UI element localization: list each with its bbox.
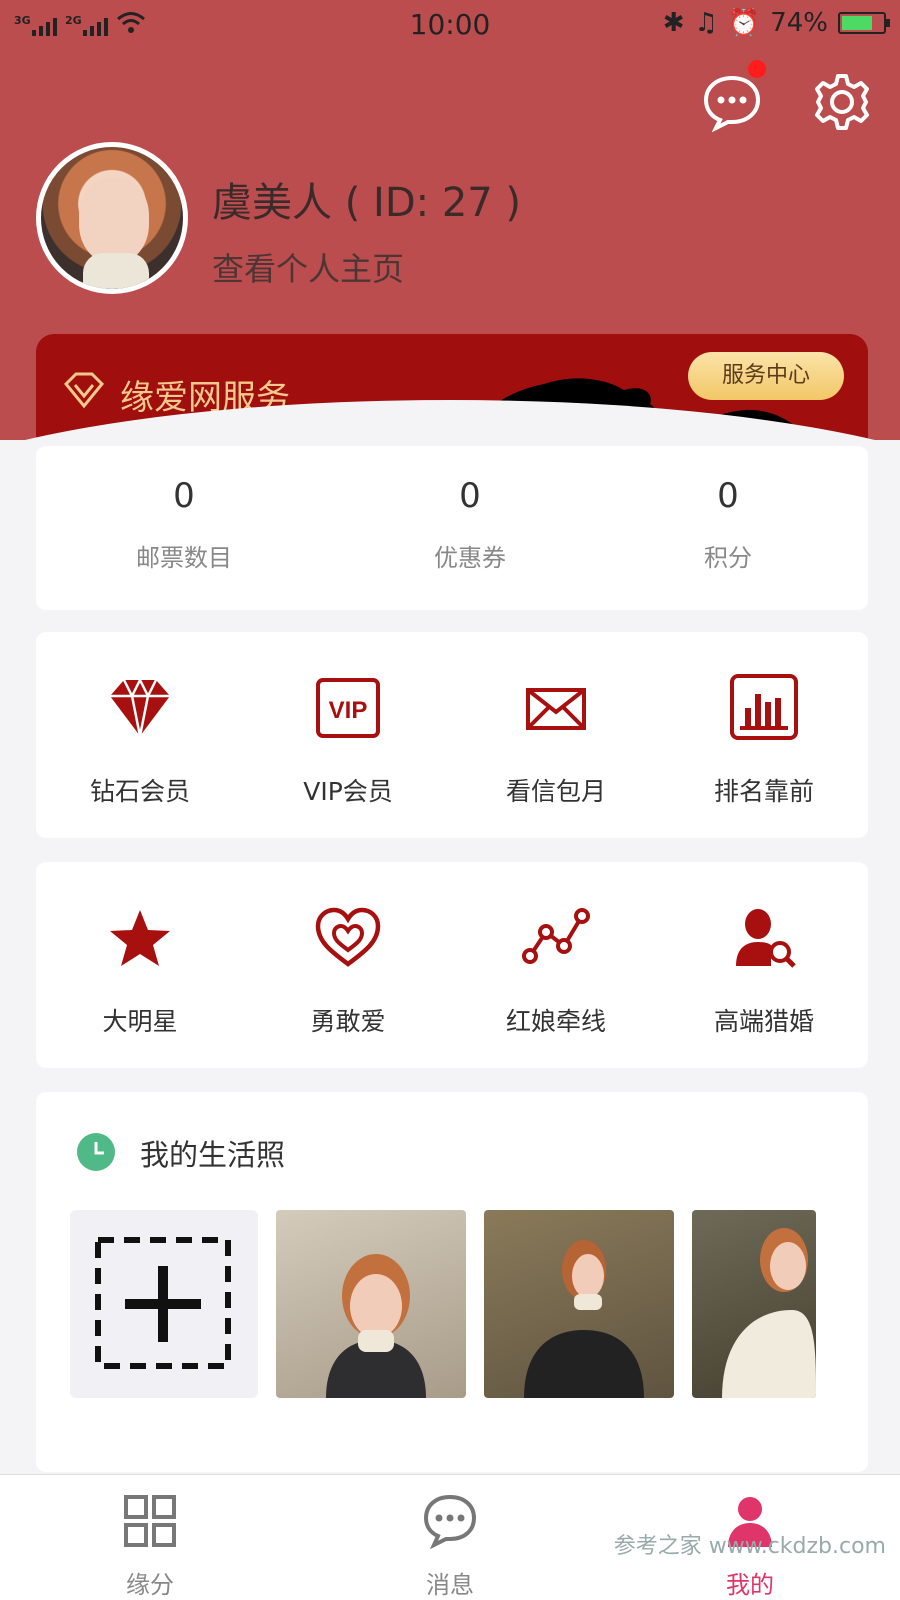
life-photo[interactable] — [484, 1210, 674, 1398]
stat-value: 0 — [459, 476, 481, 516]
ranking-chart-icon — [730, 674, 798, 740]
envelope-icon — [526, 688, 586, 730]
avatar-face — [79, 177, 149, 263]
stat-points[interactable]: 0 积分 — [628, 476, 828, 573]
alarm-icon: ⏰ — [727, 8, 761, 38]
view-profile-link[interactable]: 查看个人主页 — [212, 244, 404, 290]
header-actions — [702, 60, 872, 133]
user-search-icon — [736, 909, 796, 968]
watermark: 参考之家 www.ckdzb.com — [613, 1534, 886, 1559]
stat-value: 0 — [717, 476, 739, 516]
stat-value: 0 — [173, 476, 195, 516]
woman-portrait-image — [722, 1228, 816, 1398]
message-button[interactable] — [702, 60, 766, 133]
ranking-item[interactable]: 排名靠前 — [660, 672, 868, 808]
heart-icon — [315, 907, 381, 967]
gear-icon — [815, 74, 869, 130]
service-center-button[interactable]: 服务中心 — [688, 352, 844, 400]
avatar[interactable] — [36, 142, 188, 294]
status-right: ✱ ♫ ⏰ 74% — [662, 8, 890, 38]
battery-percent: 74% — [770, 8, 828, 38]
svg-text:VIP: VIP — [329, 697, 368, 724]
features-card: 大明星 勇敢爱 红娘牵线 高端猎婚 — [36, 862, 868, 1068]
tab-messages[interactable]: 消息 — [360, 1493, 540, 1600]
life-photo[interactable] — [692, 1210, 816, 1398]
woman-portrait-image — [524, 1240, 644, 1398]
tab-fate[interactable]: 缘分 — [60, 1493, 240, 1600]
grid-label: 红娘牵线 — [505, 1007, 606, 1036]
status-bar: 3G 2G 10:00 ✱ ♫ ⏰ 74% — [0, 0, 900, 48]
vip-member-item[interactable]: VIP VIP会员 — [244, 672, 452, 808]
user-name: 虞美人 ( ID: 27 ) — [212, 180, 522, 226]
diamond-outline-icon — [63, 372, 105, 409]
bluetooth-icon: ✱ — [662, 8, 685, 38]
clock-icon — [77, 1133, 115, 1171]
brave-love-item[interactable]: 勇敢爱 — [244, 902, 452, 1038]
chat-icon — [423, 1494, 477, 1550]
chat-bubble-icon — [703, 75, 761, 133]
grid-label: 高端猎婚 — [713, 1007, 814, 1036]
stat-stamps[interactable]: 0 邮票数目 — [84, 476, 284, 573]
grid-icon — [124, 1495, 176, 1547]
vip-icon: VIP — [316, 678, 380, 738]
grid-label: VIP会员 — [303, 777, 393, 806]
profile-header: 3G 2G 10:00 ✱ ♫ ⏰ 74% 虞美人 (ID: 27) 查看个… — [0, 0, 900, 440]
battery-icon — [838, 12, 890, 34]
stats-card: 0 邮票数目 0 优惠券 0 积分 — [36, 446, 868, 610]
connect-line-icon — [522, 908, 590, 964]
add-photo-icon — [95, 1237, 231, 1369]
grid-label: 看信包月 — [505, 777, 606, 806]
matchmaker-item[interactable]: 红娘牵线 — [452, 902, 660, 1038]
bell-muted-icon: ♫ — [694, 8, 718, 38]
tab-label: 消息 — [426, 1571, 474, 1599]
life-photo[interactable] — [276, 1210, 466, 1398]
stat-label: 优惠券 — [434, 544, 506, 572]
add-photo-button[interactable] — [70, 1210, 258, 1398]
membership-card: 钻石会员 VIP VIP会员 看信包月 排名靠前 — [36, 632, 868, 838]
tab-label: 我的 — [726, 1571, 774, 1599]
tab-label: 缘分 — [126, 1571, 174, 1599]
diamond-icon — [110, 677, 170, 737]
grid-label: 大明星 — [102, 1007, 178, 1036]
life-photos-card: 我的生活照 — [36, 1092, 868, 1472]
stat-coupons[interactable]: 0 优惠券 — [370, 476, 570, 573]
premium-search-item[interactable]: 高端猎婚 — [660, 902, 868, 1038]
woman-portrait-image — [326, 1254, 426, 1398]
avatar-neck — [83, 253, 149, 289]
grid-label: 勇敢爱 — [310, 1007, 386, 1036]
monthly-letter-item[interactable]: 看信包月 — [452, 672, 660, 808]
unread-dot — [748, 60, 766, 78]
diamond-member-item[interactable]: 钻石会员 — [36, 672, 244, 808]
grid-label: 排名靠前 — [713, 777, 814, 806]
superstar-item[interactable]: 大明星 — [36, 902, 244, 1038]
stat-label: 邮票数目 — [136, 544, 232, 572]
settings-button[interactable] — [812, 72, 872, 132]
grid-label: 钻石会员 — [89, 777, 190, 806]
star-icon — [110, 910, 170, 966]
photos-title: 我的生活照 — [140, 1138, 286, 1172]
stat-label: 积分 — [704, 544, 752, 572]
